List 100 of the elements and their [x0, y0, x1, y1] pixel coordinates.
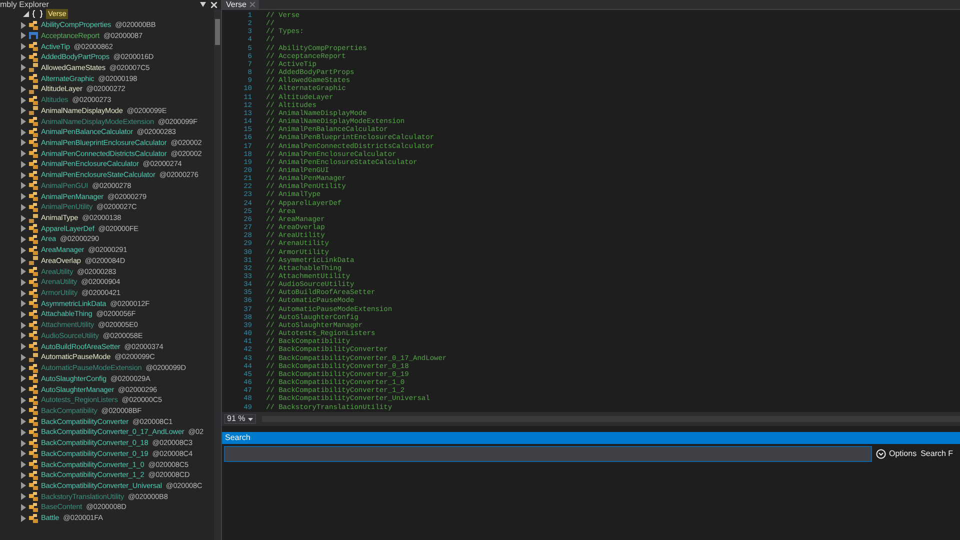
collapsed-arrow-icon[interactable] [21, 343, 26, 350]
class-icon [29, 438, 38, 448]
class-icon [29, 406, 38, 416]
collapsed-arrow-icon[interactable] [21, 278, 26, 286]
class-icon [29, 128, 38, 137]
collapsed-arrow-icon[interactable] [21, 139, 26, 146]
class-icon [29, 20, 38, 30]
collapsed-arrow-icon[interactable] [21, 354, 26, 361]
struct-icon [29, 31, 38, 40]
enum-icon [29, 352, 38, 362]
class-icon [29, 502, 38, 512]
class-icon [29, 96, 38, 105]
collapsed-arrow-icon[interactable] [21, 322, 26, 329]
collapsed-arrow-icon[interactable] [21, 96, 26, 104]
class-icon [29, 117, 38, 126]
class-icon [29, 460, 38, 470]
collapsed-arrow-icon[interactable] [21, 493, 26, 500]
collapsed-arrow-icon[interactable] [21, 504, 26, 511]
collapsed-arrow-icon[interactable] [21, 150, 26, 158]
class-icon [29, 492, 38, 502]
collapsed-arrow-icon[interactable] [21, 86, 26, 93]
class-icon [29, 288, 38, 298]
class-icon [29, 396, 38, 405]
collapsed-arrow-icon[interactable] [21, 257, 26, 264]
collapsed-arrow-icon[interactable] [21, 300, 26, 308]
collapsed-arrow-icon[interactable] [21, 43, 26, 50]
panel-title: Search [222, 432, 960, 444]
class-icon [29, 74, 38, 84]
class-icon [29, 181, 38, 190]
collapsed-arrow-icon[interactable] [21, 64, 26, 72]
collapsed-arrow-icon[interactable] [21, 193, 26, 200]
collapsed-arrow-icon[interactable] [21, 290, 26, 297]
zoom-dropdown[interactable]: 91 % [224, 414, 256, 424]
class-icon [29, 160, 38, 169]
class-icon [29, 202, 38, 212]
collapsed-arrow-icon[interactable] [21, 172, 26, 179]
collapsed-arrow-icon[interactable] [21, 514, 26, 522]
class-icon [29, 52, 38, 62]
class-icon [29, 417, 38, 426]
expanded-arrow-icon[interactable] [23, 11, 29, 18]
collapsed-arrow-icon[interactable] [21, 22, 26, 29]
collapsed-arrow-icon[interactable] [21, 482, 26, 490]
class-icon [29, 246, 38, 255]
caret-icon [248, 418, 254, 420]
class-icon [29, 170, 38, 180]
class-icon [29, 320, 38, 330]
collapsed-arrow-icon[interactable] [21, 75, 26, 82]
chevron-circle-icon [876, 449, 886, 459]
namespace-icon [32, 10, 43, 18]
pin-icon[interactable] [200, 2, 206, 7]
class-icon [29, 449, 38, 458]
document-tab[interactable]: Verse [222, 0, 260, 9]
scrollbar[interactable] [214, 9, 221, 540]
collapsed-arrow-icon[interactable] [21, 450, 26, 458]
collapsed-arrow-icon[interactable] [21, 225, 26, 232]
search-scope-label: Search F [920, 448, 954, 460]
class-icon [29, 42, 38, 52]
collapsed-arrow-icon[interactable] [21, 32, 26, 40]
collapsed-arrow-icon[interactable] [21, 107, 26, 114]
enum-icon [29, 106, 38, 116]
collapsed-arrow-icon[interactable] [21, 386, 26, 394]
collapsed-arrow-icon[interactable] [21, 118, 26, 126]
collapsed-arrow-icon[interactable] [21, 418, 26, 426]
class-icon [29, 234, 38, 244]
class-icon [29, 374, 38, 384]
class-icon [29, 192, 38, 202]
collapsed-arrow-icon[interactable] [21, 310, 26, 318]
options-button[interactable]: Options [876, 448, 917, 460]
collapsed-arrow-icon[interactable] [21, 54, 26, 61]
class-icon [29, 364, 38, 373]
class-icon [29, 481, 38, 490]
collapsed-arrow-icon[interactable] [21, 407, 26, 414]
class-icon [29, 428, 38, 437]
collapsed-arrow-icon[interactable] [21, 440, 26, 447]
collapsed-arrow-icon[interactable] [21, 364, 26, 372]
class-icon [29, 267, 38, 276]
collapsed-arrow-icon[interactable] [21, 268, 26, 276]
collapsed-arrow-icon[interactable] [21, 128, 26, 136]
collapsed-arrow-icon[interactable] [21, 332, 26, 340]
class-icon [29, 470, 38, 480]
collapsed-arrow-icon[interactable] [21, 214, 26, 222]
collapsed-arrow-icon[interactable] [21, 461, 26, 468]
collapsed-arrow-icon[interactable] [21, 204, 26, 211]
enum-icon [29, 256, 38, 266]
class-icon [29, 385, 38, 394]
class-icon [29, 331, 38, 340]
collapsed-arrow-icon[interactable] [21, 246, 26, 254]
collapsed-arrow-icon[interactable] [21, 375, 26, 382]
class-icon [29, 514, 38, 523]
collapsed-arrow-icon[interactable] [21, 182, 26, 190]
class-icon [29, 342, 38, 352]
collapsed-arrow-icon[interactable] [21, 428, 26, 436]
class-icon [29, 299, 38, 308]
class-icon [29, 278, 38, 287]
collapsed-arrow-icon[interactable] [21, 472, 26, 479]
search-field[interactable] [224, 446, 872, 462]
collapsed-arrow-icon[interactable] [21, 236, 26, 243]
class-icon [29, 138, 38, 148]
collapsed-arrow-icon[interactable] [21, 160, 26, 168]
collapsed-arrow-icon[interactable] [21, 396, 26, 404]
